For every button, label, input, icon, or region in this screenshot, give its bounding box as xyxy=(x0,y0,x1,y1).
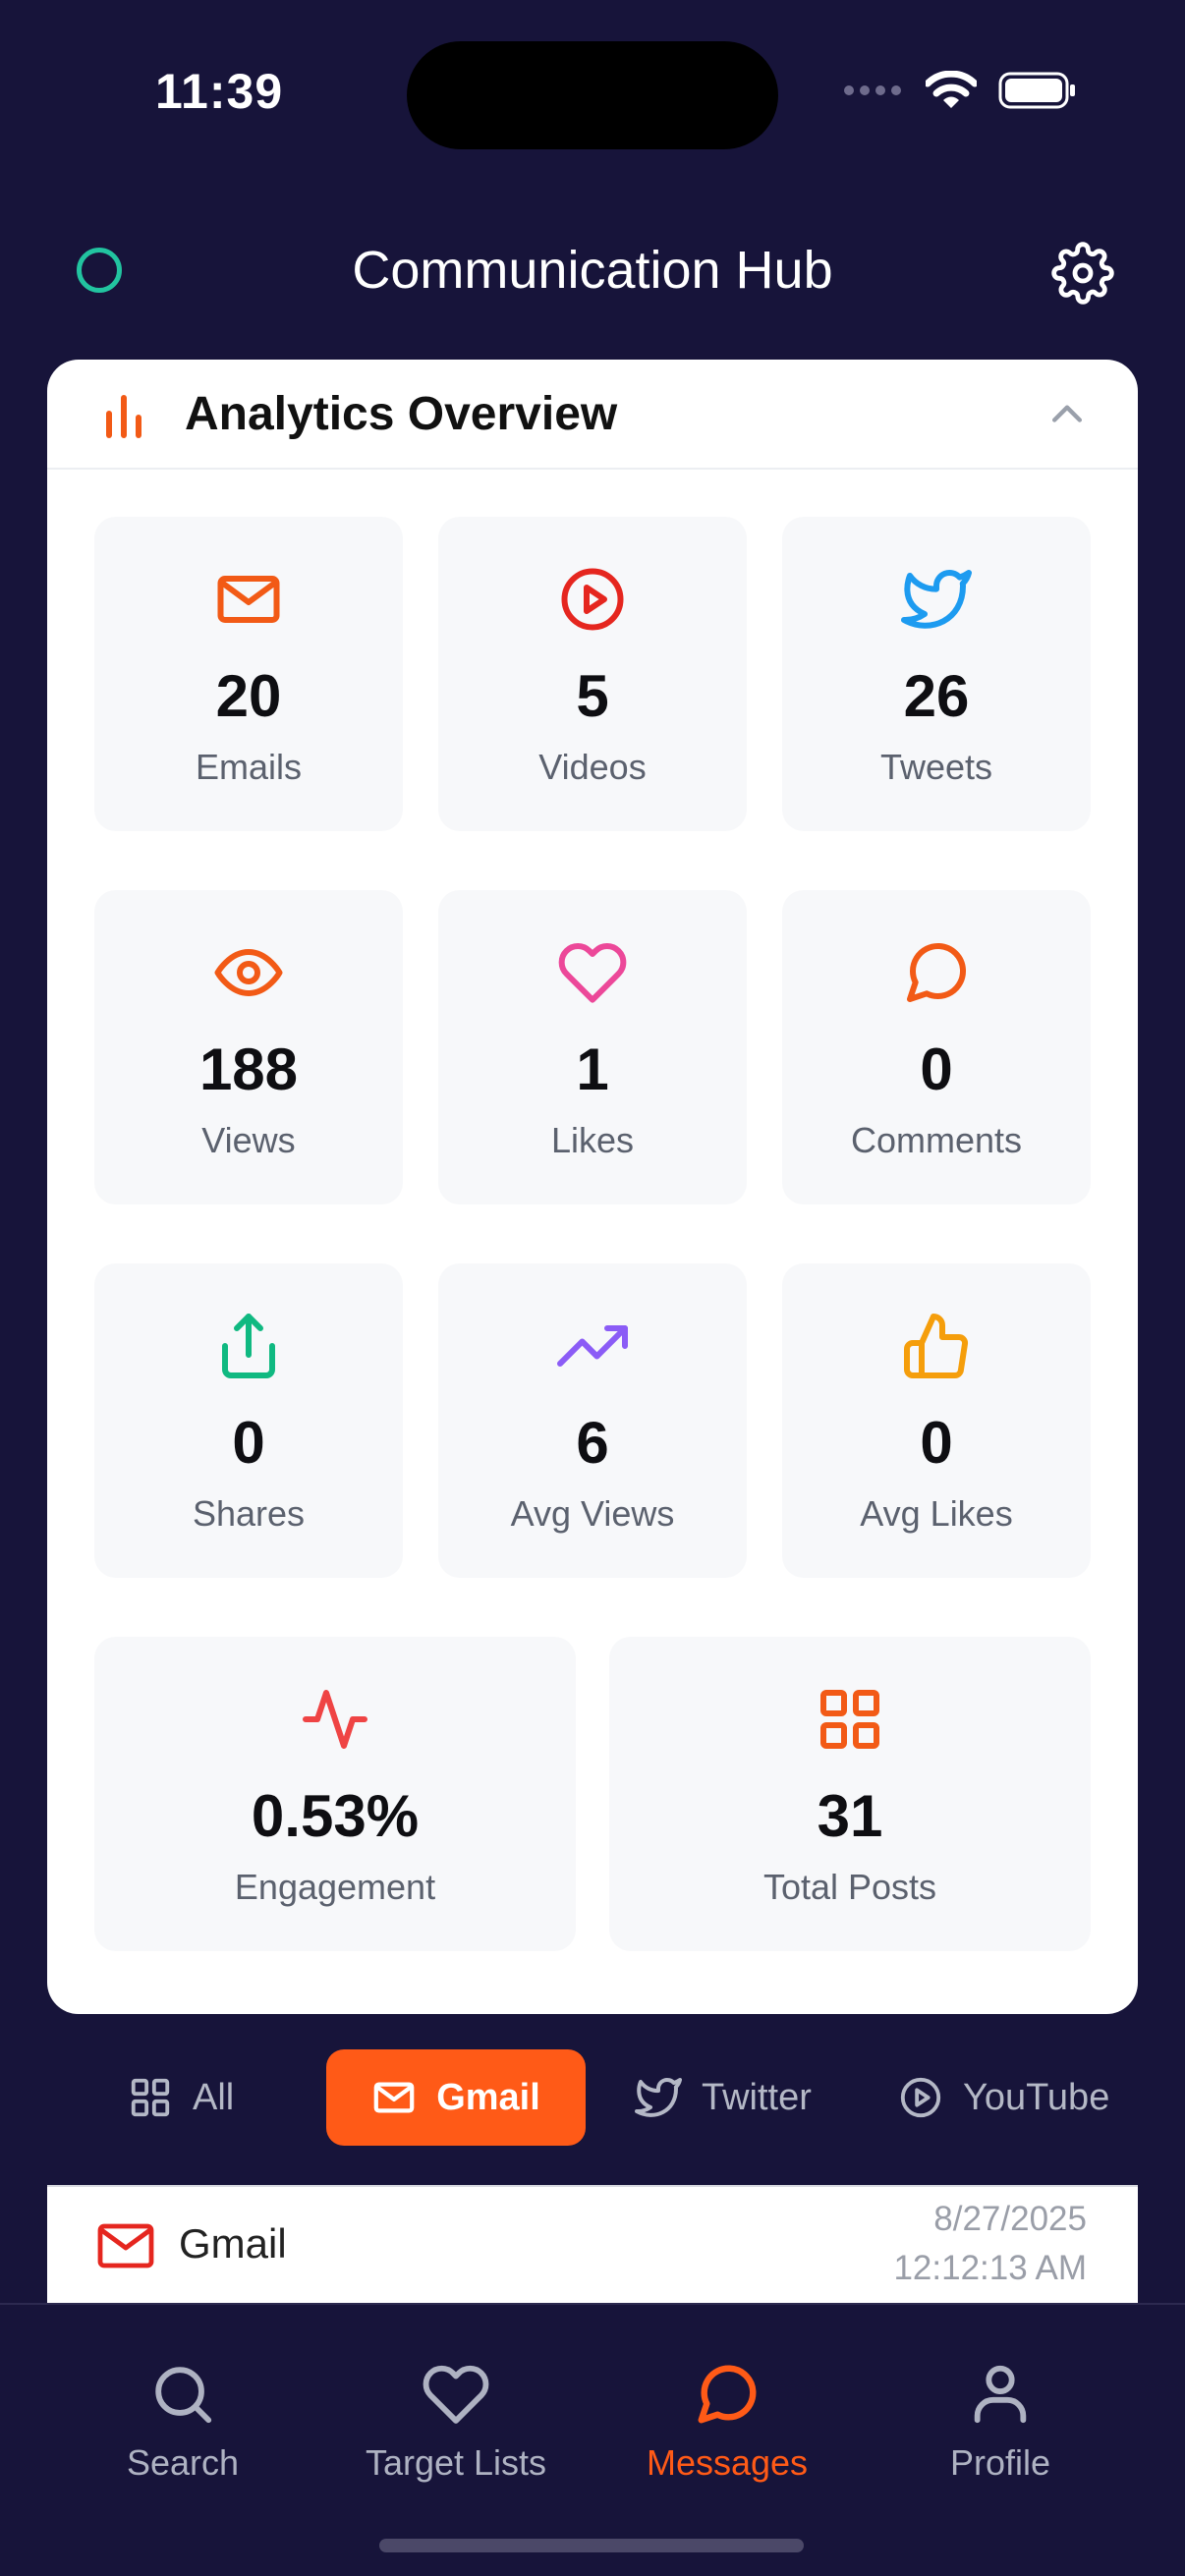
heart-icon xyxy=(558,943,627,1003)
stat-label: Emails xyxy=(195,747,303,787)
stat-tile-comments: 0 Comments xyxy=(782,890,1091,1204)
bar-chart-icon xyxy=(106,395,141,438)
play-circle-icon xyxy=(561,568,624,631)
stat-label: Comments xyxy=(850,1120,1023,1160)
stat-label: Likes xyxy=(550,1120,635,1160)
bottom-nav: Search Target Lists Messages Profile xyxy=(0,2303,1185,2576)
home-indicator xyxy=(379,2539,804,2552)
stat-tile-total-posts: 31 Total Posts xyxy=(609,1637,1091,1951)
stat-label: Shares xyxy=(192,1493,306,1534)
filter-tab-label: YouTube xyxy=(963,2076,1110,2118)
stat-value: 0.53% xyxy=(251,1783,420,1849)
twitter-icon xyxy=(635,2077,682,2117)
stat-value: 26 xyxy=(903,663,970,729)
dynamic-island xyxy=(407,41,778,149)
stat-tile-tweets: 26 Tweets xyxy=(782,517,1091,831)
nav-target-lists[interactable]: Target Lists xyxy=(328,2360,584,2484)
nav-label: Search xyxy=(126,2442,240,2483)
grid-icon xyxy=(131,2078,170,2117)
mail-icon xyxy=(97,2223,154,2268)
status-icons xyxy=(843,71,1077,110)
message-time: 12:12:13 AM xyxy=(893,2249,1087,2287)
activity-icon xyxy=(303,1690,367,1749)
nav-search[interactable]: Search xyxy=(55,2360,310,2484)
message-timestamp: 8/27/2025 12:12:13 AM xyxy=(893,2195,1087,2293)
analytics-overview-card: Analytics Overview 20 Emails 5 Videos 26… xyxy=(47,360,1138,2014)
nav-messages[interactable]: Messages xyxy=(599,2360,855,2484)
share-icon xyxy=(222,1314,275,1378)
nav-profile[interactable]: Profile xyxy=(873,2360,1128,2484)
message-list-item[interactable]: Gmail 8/27/2025 12:12:13 AM xyxy=(47,2185,1138,2303)
stat-label: Tweets xyxy=(879,747,993,787)
screen: 11:39 Communication Hub Analytics Overvi… xyxy=(0,0,1185,2576)
stat-value: 5 xyxy=(576,663,609,729)
wifi-icon xyxy=(926,71,977,108)
chevron-up-icon[interactable] xyxy=(1045,393,1089,436)
filter-tabs: All Gmail Twitter YouTube xyxy=(0,2049,1185,2148)
stat-label: Videos xyxy=(538,747,647,787)
filter-tab-all[interactable]: All xyxy=(128,2049,275,2146)
filter-tab-label: Twitter xyxy=(702,2076,812,2118)
eye-icon xyxy=(214,949,283,996)
stat-value: 0 xyxy=(920,1410,953,1476)
page-title: Communication Hub xyxy=(352,241,833,300)
stat-tile-avg-likes: 0 Avg Likes xyxy=(782,1263,1091,1578)
filter-tab-label: Gmail xyxy=(436,2076,540,2118)
stat-label: Avg Views xyxy=(510,1493,675,1534)
play-circle-icon xyxy=(900,2077,941,2118)
analytics-card-header[interactable]: Analytics Overview xyxy=(47,360,1138,470)
filter-tab-gmail[interactable]: Gmail xyxy=(326,2049,586,2146)
nav-label: Target Lists xyxy=(365,2442,547,2483)
nav-label: Messages xyxy=(646,2442,809,2483)
comment-icon xyxy=(907,942,967,1002)
stat-tile-avg-views: 6 Avg Views xyxy=(438,1263,747,1578)
trending-up-icon xyxy=(557,1325,628,1367)
user-icon xyxy=(974,2365,1027,2424)
stat-value: 31 xyxy=(817,1783,883,1849)
filter-tab-youtube[interactable]: YouTube xyxy=(898,2049,1114,2146)
settings-gear-icon[interactable] xyxy=(1051,242,1114,305)
filter-tab-label: All xyxy=(193,2076,235,2118)
stat-label: Total Posts xyxy=(762,1867,937,1907)
analytics-title: Analytics Overview xyxy=(185,388,618,440)
filter-tab-twitter[interactable]: Twitter xyxy=(635,2049,831,2146)
stat-tile-shares: 0 Shares xyxy=(94,1263,403,1578)
heart-icon xyxy=(423,2365,489,2424)
stat-tile-likes: 1 Likes xyxy=(438,890,747,1204)
message-date: 8/27/2025 xyxy=(933,2200,1087,2238)
battery-icon xyxy=(998,72,1075,109)
stat-tile-videos: 5 Videos xyxy=(438,517,747,831)
message-source: Gmail xyxy=(179,2220,287,2267)
stat-label: Engagement xyxy=(234,1867,436,1907)
thumbs-up-icon xyxy=(904,1314,968,1378)
search-icon xyxy=(155,2367,212,2424)
stat-value: 188 xyxy=(198,1036,299,1102)
grid-icon xyxy=(820,1690,879,1749)
stat-value: 20 xyxy=(215,663,282,729)
stat-label: Views xyxy=(201,1120,296,1160)
nav-label: Profile xyxy=(949,2442,1051,2483)
stat-value: 0 xyxy=(232,1410,265,1476)
status-time: 11:39 xyxy=(155,64,284,119)
stat-tile-emails: 20 Emails xyxy=(94,517,403,831)
stat-value: 6 xyxy=(576,1410,609,1476)
mail-icon xyxy=(217,576,280,623)
cellular-signal-icon xyxy=(844,85,901,95)
stat-label: Avg Likes xyxy=(860,1493,1013,1534)
stat-value: 1 xyxy=(576,1036,609,1102)
mail-icon xyxy=(373,2082,415,2113)
stat-tile-engagement: 0.53% Engagement xyxy=(94,1637,576,1951)
chat-bubble-icon xyxy=(698,2365,757,2424)
stat-value: 0 xyxy=(920,1036,953,1102)
twitter-icon xyxy=(901,569,972,629)
stat-tile-views: 188 Views xyxy=(94,890,403,1204)
